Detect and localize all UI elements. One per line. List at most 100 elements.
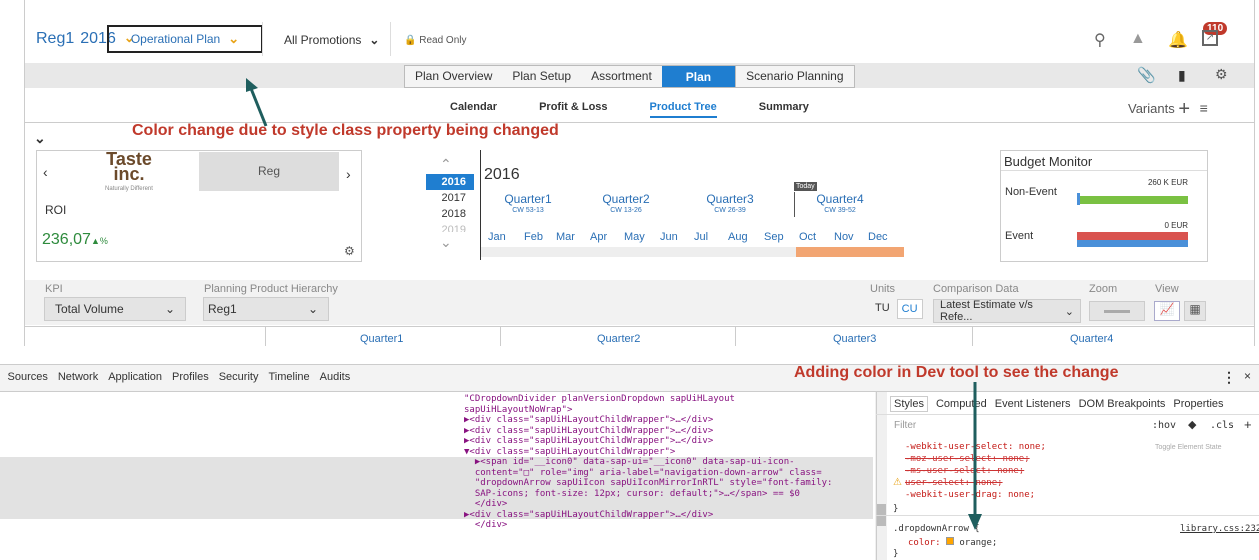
- dom-node-line[interactable]: sapUiHLayoutNoWrap">: [464, 405, 832, 416]
- timeline-month[interactable]: Aug: [728, 231, 748, 243]
- alert-icon[interactable]: ▲: [1130, 30, 1146, 48]
- tab-plan-overview[interactable]: Plan Overview: [405, 66, 502, 87]
- year-item[interactable]: 2019: [426, 222, 474, 232]
- unit-cu[interactable]: CU: [896, 299, 923, 319]
- brand-logo: Taste inc. Naturally Different: [100, 150, 158, 197]
- dom-node-line[interactable]: ▶<div class="sapUiHLayoutChildWrapper">……: [464, 415, 832, 426]
- tab-assortment[interactable]: Assortment: [581, 66, 662, 87]
- fullscreen-icon[interactable]: ↗: [1202, 30, 1218, 46]
- chevron-right-icon[interactable]: ›: [346, 166, 351, 182]
- devtools-tab-security[interactable]: Security: [219, 371, 259, 383]
- zoom-slider[interactable]: [1089, 301, 1145, 321]
- devtools-tab-sources[interactable]: Sources: [8, 371, 48, 383]
- annotation-style-change: Color change due to style class property…: [132, 122, 559, 139]
- hierarchy-dropdown[interactable]: Reg1 ⌄: [203, 297, 329, 321]
- comparison-label: Comparison Data: [933, 283, 1019, 295]
- timeline-month[interactable]: Jun: [660, 231, 678, 243]
- settings-gear-icon[interactable]: ⚙: [344, 244, 355, 258]
- timeline-month[interactable]: Dec: [868, 231, 888, 243]
- timeline-month[interactable]: Jul: [694, 231, 708, 243]
- styles-tab-styles[interactable]: Styles: [890, 396, 928, 412]
- dom-tree[interactable]: "CDropdownDivider planVersionDropdown sa…: [464, 394, 832, 531]
- devtools-tab-audits[interactable]: Audits: [320, 371, 351, 383]
- add-rule-icon[interactable]: +: [1244, 417, 1252, 432]
- dom-node-line[interactable]: "CDropdownDivider planVersionDropdown sa…: [464, 394, 832, 405]
- roi-value: 236,07▲%: [42, 231, 108, 249]
- year-item[interactable]: 2017: [426, 190, 474, 206]
- dom-node-line[interactable]: </div>: [464, 499, 832, 510]
- chevron-down-icon[interactable]: ⌄: [440, 234, 452, 251]
- devtools-tab-profiles[interactable]: Profiles: [172, 371, 209, 383]
- plan-version-dropdown[interactable]: Operational Plan ⌄: [107, 25, 263, 53]
- timeline-quarter[interactable]: Quarter1 CW 53-13: [498, 193, 558, 216]
- css-declaration[interactable]: color: orange;: [908, 537, 997, 548]
- dom-node-line[interactable]: content="□" role="img" aria-label="navig…: [464, 468, 832, 479]
- timeline-month[interactable]: Apr: [590, 231, 607, 243]
- year-item[interactable]: 2016: [426, 174, 474, 190]
- subtab-profit-loss[interactable]: Profit & Loss: [539, 101, 607, 118]
- cls-toggle[interactable]: .cls: [1210, 420, 1234, 431]
- quarter-name: Quarter2: [602, 192, 650, 206]
- timeline-month[interactable]: Oct: [799, 231, 816, 243]
- year-item[interactable]: 2018: [426, 206, 474, 222]
- dom-node-line[interactable]: ▶<span id="__icon0" data-sap-ui="__icon0…: [464, 457, 832, 468]
- dom-node-line[interactable]: SAP-icons; font-size: 12px; cursor: defa…: [464, 489, 832, 500]
- devtools-tab-network[interactable]: Network: [58, 371, 98, 383]
- timeline-month[interactable]: Jan: [488, 231, 506, 243]
- settings-gear-icon[interactable]: ⚙: [1215, 66, 1228, 83]
- dom-node-line[interactable]: </div>: [464, 520, 832, 531]
- annotation-arrow: [246, 78, 268, 127]
- variants-control[interactable]: Variants + ≡: [1128, 98, 1208, 121]
- dom-node-line[interactable]: "dropdownArrow sapUiIcon sapUiIconMirror…: [464, 478, 833, 489]
- menu-icon[interactable]: ≡: [1200, 100, 1208, 116]
- close-icon[interactable]: ×: [1244, 369, 1251, 383]
- subtab-summary[interactable]: Summary: [759, 101, 809, 118]
- tab-plan[interactable]: Plan: [661, 66, 736, 87]
- timeline-quarter[interactable]: Quarter4 CW 39-52: [810, 193, 870, 216]
- timeline-month[interactable]: May: [624, 231, 645, 243]
- element-state-icon[interactable]: ◆: [1188, 418, 1196, 431]
- chevron-down-icon[interactable]: ⌄: [228, 31, 239, 47]
- subtab-calendar[interactable]: Calendar: [450, 101, 497, 118]
- dom-node-line[interactable]: ▶<div class="sapUiHLayoutChildWrapper">……: [464, 510, 832, 521]
- collapse-chevron-icon[interactable]: ⌄: [34, 130, 46, 147]
- styles-tab-properties[interactable]: Properties: [1173, 396, 1223, 412]
- timeline-current-segment: [796, 247, 904, 257]
- dom-node-line[interactable]: ▶<div class="sapUiHLayoutChildWrapper">……: [464, 436, 832, 447]
- chevron-up-icon[interactable]: ⌃: [440, 156, 452, 173]
- comment-icon[interactable]: ▮: [1178, 67, 1186, 84]
- subtab-product-tree[interactable]: Product Tree: [649, 101, 717, 118]
- comparison-dropdown[interactable]: Latest Estimate v/s Refe... ⌄: [933, 299, 1081, 323]
- more-options-icon[interactable]: ⋮: [1222, 369, 1236, 386]
- dom-node-line[interactable]: ▶<div class="sapUiHLayoutChildWrapper">……: [464, 426, 832, 437]
- timeline-quarter[interactable]: Quarter2 CW 13-26: [596, 192, 656, 216]
- styles-tab-event-listeners[interactable]: Event Listeners: [995, 396, 1071, 412]
- timeline-month[interactable]: Sep: [764, 231, 784, 243]
- timeline-month[interactable]: Mar: [556, 231, 575, 243]
- bell-icon[interactable]: 🔔: [1168, 30, 1188, 50]
- chart-view-icon[interactable]: 📈: [1154, 301, 1180, 321]
- promotions-dropdown[interactable]: All Promotions ⌄: [284, 33, 379, 47]
- devtools-tab-timeline[interactable]: Timeline: [268, 371, 309, 383]
- timeline-month[interactable]: Nov: [834, 231, 854, 243]
- attachment-icon[interactable]: 📎: [1137, 66, 1156, 84]
- dom-node-line[interactable]: ▼<div class="sapUiHLayoutChildWrapper">: [464, 447, 832, 458]
- table-view-icon[interactable]: ▦: [1184, 301, 1206, 321]
- timeline-month[interactable]: Feb: [524, 231, 543, 243]
- stylesheet-link[interactable]: library.css:2327: [1180, 524, 1259, 534]
- tab-plan-setup[interactable]: Plan Setup: [502, 66, 581, 87]
- hover-toggle[interactable]: :hov: [1152, 420, 1176, 431]
- kpi-dropdown[interactable]: Total Volume ⌄: [44, 297, 186, 321]
- color-swatch[interactable]: [945, 537, 954, 545]
- styles-tab-dom-breakpoints[interactable]: DOM Breakpoints: [1079, 396, 1166, 412]
- timeline-quarter[interactable]: Quarter3 CW 26-39: [700, 193, 760, 216]
- unit-tu[interactable]: TU: [872, 299, 893, 319]
- card-tab-reg[interactable]: Reg: [199, 152, 339, 191]
- search-icon[interactable]: ⚲: [1094, 30, 1106, 50]
- styles-filter-input[interactable]: Filter: [894, 420, 916, 431]
- divider: [262, 22, 263, 56]
- add-icon[interactable]: +: [1178, 98, 1190, 120]
- chevron-left-icon[interactable]: ‹: [43, 164, 48, 180]
- tab-scenario-planning[interactable]: Scenario Planning: [735, 66, 853, 87]
- devtools-tab-application[interactable]: Application: [108, 371, 162, 383]
